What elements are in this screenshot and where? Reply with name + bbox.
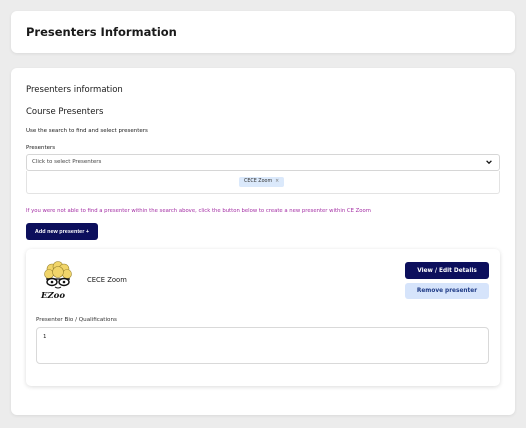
search-hint: Use the search to find and select presen… <box>26 128 148 134</box>
presenter-bio-field[interactable]: 1 <box>36 327 489 364</box>
remove-presenter-button[interactable]: Remove presenter <box>405 283 489 299</box>
presenters-card: Presenters information Course Presenters… <box>11 68 515 415</box>
presenter-card: EZoo CECE Zoom View / Edit Details Remov… <box>26 249 500 386</box>
create-presenter-notice: If you were not able to find a presenter… <box>26 208 371 214</box>
chevron-down-icon[interactable] <box>485 158 493 166</box>
selected-presenters: CECE Zoom × <box>26 171 500 194</box>
presenter-logo: EZoo <box>40 261 72 300</box>
chip-label: CECE Zoom <box>244 179 273 184</box>
page-title: Presenters Information <box>26 25 177 39</box>
add-presenter-button[interactable]: Add new presenter + <box>26 223 98 240</box>
presenters-label: Presenters <box>26 145 56 151</box>
presenters-select[interactable]: Click to select Presenters <box>26 154 500 171</box>
presenter-bio-value: 1 <box>43 334 47 340</box>
presenter-name: CECE Zoom <box>87 276 127 284</box>
select-placeholder: Click to select Presenters <box>32 159 102 165</box>
page-header-card: Presenters Information <box>11 11 515 53</box>
presenter-bio-label: Presenter Bio / Qualifications <box>36 317 117 323</box>
section-title: Presenters information <box>26 85 123 95</box>
view-edit-details-button[interactable]: View / Edit Details <box>405 262 489 279</box>
presenter-chip[interactable]: CECE Zoom × <box>239 177 285 187</box>
close-icon[interactable]: × <box>275 177 279 187</box>
course-presenters-title: Course Presenters <box>26 107 104 117</box>
svg-text:EZoo: EZoo <box>40 291 65 300</box>
